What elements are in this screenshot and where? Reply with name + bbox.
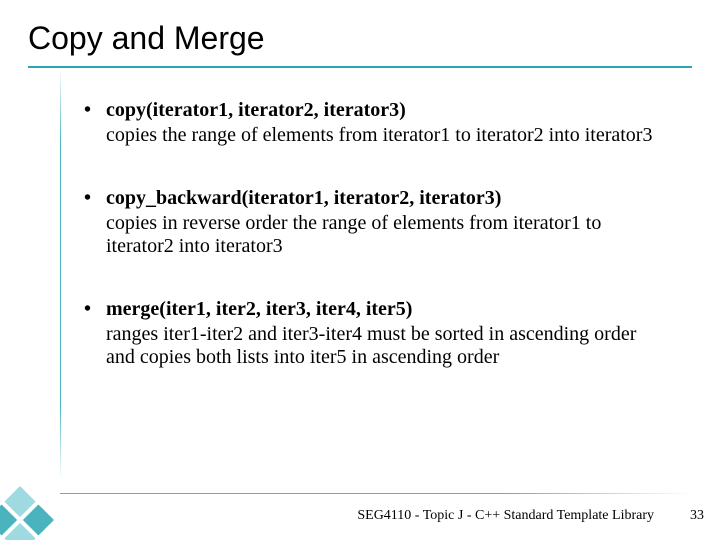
list-item: • copy_backward(iterator1, iterator2, it… <box>78 186 668 259</box>
page-number: 33 <box>690 508 704 524</box>
slide: Copy and Merge • copy(iterator1, iterato… <box>0 0 720 540</box>
corner-decoration <box>0 440 100 540</box>
item-description: copies in reverse order the range of ele… <box>78 212 668 259</box>
footer-line <box>60 493 692 494</box>
item-heading: • merge(iter1, iter2, iter3, iter4, iter… <box>78 297 668 321</box>
item-heading-text: copy_backward(iterator1, iterator2, iter… <box>106 187 501 209</box>
vertical-accent-line <box>60 68 61 480</box>
bullet-icon: • <box>84 297 91 321</box>
footer-text: SEG4110 - Topic J - C++ Standard Templat… <box>357 508 654 524</box>
list-item: • merge(iter1, iter2, iter3, iter4, iter… <box>78 297 668 370</box>
content-area: • copy(iterator1, iterator2, iterator3) … <box>78 98 668 408</box>
item-heading: • copy(iterator1, iterator2, iterator3) <box>78 98 668 122</box>
item-heading: • copy_backward(iterator1, iterator2, it… <box>78 186 668 210</box>
title-underline <box>28 66 692 68</box>
bullet-icon: • <box>84 186 91 210</box>
item-description: copies the range of elements from iterat… <box>78 124 668 148</box>
list-item: • copy(iterator1, iterator2, iterator3) … <box>78 98 668 148</box>
item-description: ranges iter1-iter2 and iter3-iter4 must … <box>78 323 668 370</box>
item-heading-text: merge(iter1, iter2, iter3, iter4, iter5) <box>106 298 412 320</box>
item-heading-text: copy(iterator1, iterator2, iterator3) <box>106 99 406 121</box>
page-title: Copy and Merge <box>28 20 265 57</box>
bullet-icon: • <box>84 98 91 122</box>
